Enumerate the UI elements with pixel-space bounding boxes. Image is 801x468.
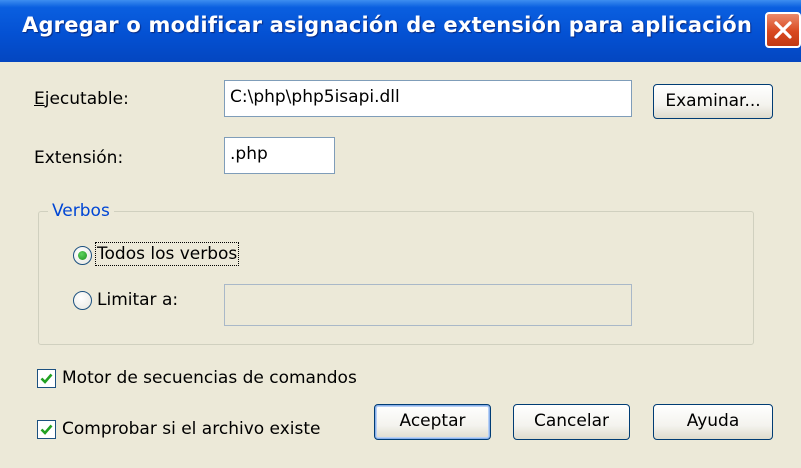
checkmark-icon <box>40 373 53 384</box>
ok-button[interactable]: Aceptar <box>374 404 491 440</box>
browse-button[interactable]: Examinar... <box>653 84 773 119</box>
verify-file-checkbox[interactable] <box>37 420 56 439</box>
close-icon <box>774 21 792 39</box>
all-verbs-label[interactable]: Todos los verbos <box>94 242 240 266</box>
executable-label: Ejecutable: <box>34 89 129 109</box>
limit-to-label[interactable]: Limitar a: <box>97 290 178 310</box>
extension-input[interactable]: .php <box>224 137 335 174</box>
help-button[interactable]: Ayuda <box>653 404 773 440</box>
browse-button-label: Examinar... <box>665 91 761 111</box>
radio-selected-dot <box>78 251 87 260</box>
verbs-group-label: Verbos <box>48 201 114 221</box>
checkmark-icon <box>40 424 53 435</box>
extension-label: Extensión: <box>34 148 124 168</box>
ok-button-label: Aceptar <box>399 411 466 431</box>
limit-to-radio[interactable] <box>73 291 92 310</box>
cancel-button-label: Cancelar <box>534 411 609 431</box>
executable-input[interactable]: C:\php\php5isapi.dll <box>224 80 632 117</box>
all-verbs-radio[interactable] <box>73 246 92 265</box>
help-button-label: Ayuda <box>686 411 740 431</box>
window-title: Agregar o modificar asignación de extens… <box>22 13 753 37</box>
script-engine-checkbox[interactable] <box>37 369 56 388</box>
cancel-button[interactable]: Cancelar <box>513 404 630 440</box>
script-engine-label[interactable]: Motor de secuencias de comandos <box>62 368 357 388</box>
limit-to-input[interactable] <box>224 284 632 326</box>
title-bar: Agregar o modificar asignación de extens… <box>0 0 801 62</box>
verify-file-label[interactable]: Comprobar si el archivo existe <box>62 419 320 439</box>
close-button[interactable] <box>765 12 801 48</box>
